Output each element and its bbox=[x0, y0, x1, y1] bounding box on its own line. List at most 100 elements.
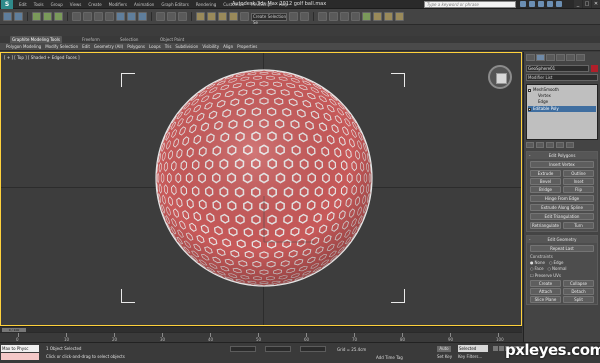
edit-named-selection-icon[interactable] bbox=[240, 12, 249, 21]
ribbon-item-align[interactable]: Align bbox=[221, 44, 235, 49]
lightbulb-icon[interactable] bbox=[528, 107, 531, 111]
bind-space-warp-icon[interactable] bbox=[54, 12, 63, 21]
ribbon-item-geometry-all[interactable]: Geometry (All) bbox=[92, 44, 125, 49]
graphite-toggle-icon[interactable] bbox=[329, 12, 338, 21]
ribbon-item-polygon-modeling[interactable]: Polygon Modeling bbox=[4, 44, 43, 49]
communication-icon[interactable] bbox=[538, 1, 544, 7]
slice-plane-button[interactable]: Slice Plane bbox=[530, 296, 561, 303]
attach-button[interactable]: Attach bbox=[530, 288, 561, 295]
pivot-center-icon[interactable] bbox=[167, 12, 176, 21]
ribbon-item-loops[interactable]: Loops bbox=[147, 44, 163, 49]
angle-snap-icon[interactable] bbox=[207, 12, 216, 21]
track-bar[interactable]: 0 10 20 30 40 50 60 70 80 90 100 bbox=[0, 332, 522, 342]
show-end-result-icon[interactable] bbox=[536, 142, 544, 148]
tab-selection[interactable]: Selection bbox=[118, 36, 140, 43]
ribbon-item-properties[interactable]: Properties bbox=[235, 44, 259, 49]
rendered-frame-icon[interactable] bbox=[384, 12, 393, 21]
ribbon-item-visibility[interactable]: Visibility bbox=[200, 44, 221, 49]
bevel-button[interactable]: Bevel bbox=[530, 178, 561, 185]
configure-modifier-sets-icon[interactable] bbox=[566, 142, 574, 148]
spinner-snap-icon[interactable] bbox=[229, 12, 238, 21]
reference-coordinate-icon[interactable] bbox=[156, 12, 165, 21]
snaps-toggle-icon[interactable] bbox=[196, 12, 205, 21]
utilities-tab-icon[interactable] bbox=[576, 54, 585, 61]
render-setup-icon[interactable] bbox=[373, 12, 382, 21]
outline-button[interactable]: Outline bbox=[563, 170, 594, 177]
menu-item-tools[interactable]: Tools bbox=[31, 2, 47, 7]
extrude-button[interactable]: Extrude bbox=[530, 170, 561, 177]
edit-triangulation-button[interactable]: Edit Triangulation bbox=[530, 213, 594, 220]
mirror-icon[interactable] bbox=[289, 12, 298, 21]
select-move-icon[interactable] bbox=[116, 12, 125, 21]
menu-item-animation[interactable]: Animation bbox=[131, 2, 157, 7]
close-button[interactable]: ✕ bbox=[592, 0, 600, 8]
auto-key-button[interactable]: Auto bbox=[437, 346, 451, 352]
modify-tab-icon[interactable] bbox=[536, 54, 545, 61]
viewport-label[interactable]: [ + ] [ Top ] [ Shaded + Edged Faces ] bbox=[4, 55, 80, 60]
collapse-button[interactable]: Collapse bbox=[563, 280, 594, 287]
pin-stack-icon[interactable] bbox=[526, 142, 534, 148]
modifier-list-dropdown[interactable]: Modifier List bbox=[526, 74, 598, 81]
render-icon[interactable] bbox=[395, 12, 404, 21]
maximize-button[interactable]: □ bbox=[583, 0, 591, 8]
detach-button[interactable]: Detach bbox=[563, 288, 594, 295]
edit-polygons-header[interactable]: - Edit Polygons bbox=[527, 152, 597, 159]
curve-editor-icon[interactable] bbox=[340, 12, 349, 21]
schematic-view-icon[interactable] bbox=[351, 12, 360, 21]
stack-item-edge[interactable]: Edge bbox=[528, 99, 596, 105]
set-key-button[interactable]: Set Key bbox=[437, 354, 452, 359]
favorites-icon[interactable] bbox=[547, 1, 553, 7]
menu-item-modifiers[interactable]: Modifiers bbox=[106, 2, 130, 7]
menu-item-views[interactable]: Views bbox=[67, 2, 85, 7]
golf-ball-geosphere[interactable] bbox=[154, 68, 374, 288]
preserve-uvs-checkbox[interactable]: Preserve UVs bbox=[530, 273, 594, 278]
turn-button[interactable]: Turn bbox=[563, 222, 594, 229]
ribbon-item-modify-selection[interactable]: Modify Selection bbox=[43, 44, 80, 49]
constraint-none-radio[interactable]: None bbox=[530, 260, 545, 265]
select-object-icon[interactable] bbox=[72, 12, 81, 21]
display-tab-icon[interactable] bbox=[566, 54, 575, 61]
tab-graphite-modeling-tools[interactable]: Graphite Modeling Tools bbox=[10, 36, 63, 43]
maxscript-output[interactable] bbox=[1, 353, 39, 360]
subscription-icon[interactable] bbox=[529, 1, 535, 7]
help-icon[interactable] bbox=[556, 1, 562, 7]
maxscript-listener[interactable]: Max to Physc bbox=[1, 345, 39, 352]
hierarchy-tab-icon[interactable] bbox=[546, 54, 555, 61]
viewcube-icon[interactable] bbox=[488, 65, 512, 89]
motion-tab-icon[interactable] bbox=[556, 54, 565, 61]
menu-item-edit[interactable]: Edit bbox=[16, 2, 30, 7]
add-time-tag-button[interactable]: Add Time Tag bbox=[376, 355, 403, 360]
search-icon[interactable] bbox=[520, 1, 526, 7]
menu-item-create[interactable]: Create bbox=[85, 2, 104, 7]
object-name-field[interactable]: GeoSphere01 bbox=[526, 65, 589, 72]
material-editor-icon[interactable] bbox=[362, 12, 371, 21]
extrude-along-spline-button[interactable]: Extrude Along Spline bbox=[530, 204, 594, 211]
menu-item-graph-editors[interactable]: Graph Editors bbox=[158, 2, 191, 7]
repeat-last-button[interactable]: Repeat Last bbox=[530, 245, 594, 252]
object-color-swatch[interactable] bbox=[591, 65, 598, 72]
tab-freeform[interactable]: Freeform bbox=[80, 36, 102, 43]
redo-icon[interactable] bbox=[14, 12, 23, 21]
x-coordinate-field[interactable] bbox=[230, 346, 256, 352]
select-by-name-icon[interactable] bbox=[83, 12, 92, 21]
manipulate-icon[interactable] bbox=[178, 12, 187, 21]
named-selection-dropdown[interactable]: Create Selection Se bbox=[251, 12, 287, 25]
stack-item-editable-poly[interactable]: Editable Poly bbox=[528, 106, 596, 112]
flip-button[interactable]: Flip bbox=[563, 186, 594, 193]
split-checkbox[interactable]: Split bbox=[563, 296, 594, 303]
unlink-icon[interactable] bbox=[43, 12, 52, 21]
z-coordinate-field[interactable] bbox=[300, 346, 326, 352]
y-coordinate-field[interactable] bbox=[265, 346, 291, 352]
ribbon-item-subdivision[interactable]: Subdivision bbox=[173, 44, 200, 49]
select-rotate-icon[interactable] bbox=[127, 12, 136, 21]
remove-modifier-icon[interactable] bbox=[556, 142, 564, 148]
align-icon[interactable] bbox=[300, 12, 309, 21]
constraint-face-radio[interactable]: Face bbox=[530, 266, 544, 271]
key-set-dropdown[interactable]: Selected bbox=[458, 345, 488, 352]
bridge-button[interactable]: Bridge bbox=[530, 186, 561, 193]
constraint-edge-radio[interactable]: Edge bbox=[549, 260, 563, 265]
minimize-button[interactable]: _ bbox=[574, 0, 582, 8]
inset-button[interactable]: Inset bbox=[563, 178, 594, 185]
constraint-normal-radio[interactable]: Normal bbox=[548, 266, 566, 271]
menu-item-rendering[interactable]: Rendering bbox=[193, 2, 219, 7]
